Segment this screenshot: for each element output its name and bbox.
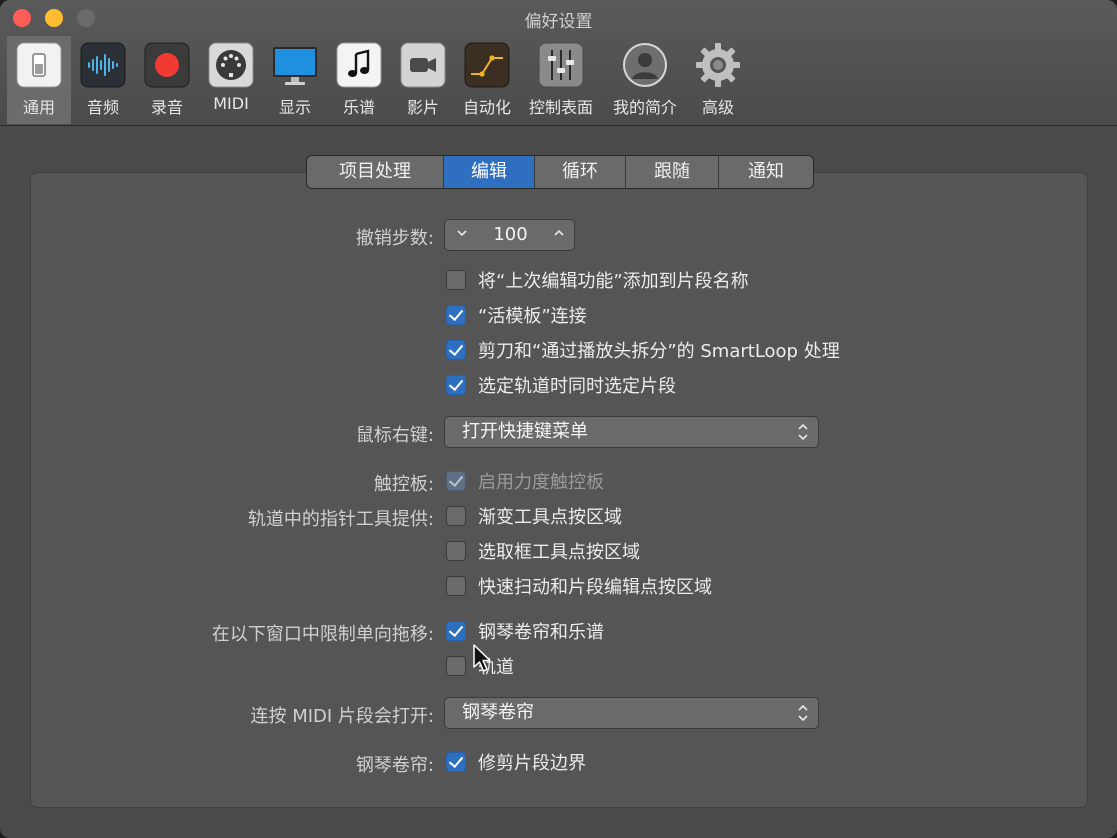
- right-click-select[interactable]: 打开快捷键菜单: [444, 416, 819, 448]
- right-click-label: 鼠标右键:: [355, 425, 434, 446]
- checkbox[interactable]: [446, 305, 466, 325]
- checkbox[interactable]: [446, 576, 466, 596]
- checkmark-icon: [448, 752, 464, 769]
- right-click-value: 打开快捷键菜单: [462, 421, 588, 442]
- updown-chevron-icon: [798, 704, 808, 722]
- tab-bar: 项目处理 编辑 循环 跟随 通知: [306, 155, 814, 189]
- checkbox[interactable]: [446, 270, 466, 290]
- advanced-gear-icon: [696, 43, 740, 87]
- option-label: 剪刀和“通过播放头拆分”的 SmartLoop 处理: [478, 341, 840, 362]
- option-add-last-edit-function[interactable]: 将“上次编辑功能”添加到片段名称: [446, 268, 749, 292]
- checkmark-icon: [448, 621, 464, 638]
- checkbox[interactable]: [446, 340, 466, 360]
- option-label: 将“上次编辑功能”添加到片段名称: [478, 271, 749, 292]
- updown-chevron-icon: [798, 423, 808, 441]
- score-note-icon: [336, 42, 382, 88]
- checkbox[interactable]: [446, 656, 466, 676]
- toolbar-label: 控制表面: [528, 98, 593, 117]
- option-label: 修剪片段边界: [478, 753, 586, 774]
- checkbox[interactable]: [446, 375, 466, 395]
- general-switch-icon: [16, 42, 62, 88]
- option-smartloop-handling[interactable]: 剪刀和“通过播放头拆分”的 SmartLoop 处理: [446, 338, 840, 362]
- tab-notifications[interactable]: 通知: [719, 156, 813, 188]
- automation-curve-icon: [464, 42, 510, 88]
- option-select-regions-with-track[interactable]: 选定轨道时同时选定片段: [446, 373, 676, 397]
- checkmark-icon: [448, 471, 464, 488]
- tab-editing[interactable]: 编辑: [444, 156, 535, 188]
- checkbox[interactable]: [446, 752, 466, 772]
- checkbox[interactable]: [446, 541, 466, 561]
- toolbar-item-automation[interactable]: 自动化: [455, 36, 519, 124]
- option-force-touch: 启用力度触控板: [446, 469, 604, 493]
- option-marquee-tool-zone[interactable]: 选取框工具点按区域: [446, 539, 640, 563]
- window-title: 偏好设置: [524, 12, 593, 32]
- option-piano-roll-and-score[interactable]: 钢琴卷帘和乐谱: [446, 619, 604, 643]
- movie-camera-icon: [400, 42, 446, 88]
- toolbar-item-control-surface[interactable]: 控制表面: [529, 36, 593, 124]
- checkmark-icon: [448, 375, 464, 392]
- tab-project-handling[interactable]: 项目处理: [307, 156, 444, 188]
- user-profile-icon: [623, 43, 667, 87]
- undo-steps-label: 撤销步数:: [355, 228, 434, 249]
- toolbar-item-advanced[interactable]: 高级: [686, 36, 750, 124]
- midi-double-click-label: 连按 MIDI 片段会打开:: [250, 706, 434, 727]
- option-trim-region-borders[interactable]: 修剪片段边界: [446, 750, 586, 774]
- audio-waveform-icon: [80, 42, 126, 88]
- option-label: 选定轨道时同时选定片段: [478, 376, 676, 397]
- checkmark-icon: [448, 340, 464, 357]
- limit-drag-label: 在以下窗口中限制单向拖移:: [211, 624, 434, 645]
- tab-follow[interactable]: 跟随: [626, 156, 719, 188]
- control-surface-faders-icon: [538, 42, 584, 88]
- option-label: 启用力度触控板: [478, 472, 604, 493]
- option-label: 钢琴卷帘和乐谱: [478, 622, 604, 643]
- trackpad-label: 触控板:: [373, 474, 434, 495]
- option-label: “活模板”连接: [478, 306, 587, 327]
- tab-cycle[interactable]: 循环: [535, 156, 626, 188]
- midi-port-icon: [208, 42, 254, 88]
- option-label: 快速扫动和片段编辑点按区域: [478, 577, 712, 598]
- midi-double-click-select[interactable]: 钢琴卷帘: [444, 697, 819, 729]
- checkbox: [446, 471, 466, 491]
- checkmark-icon: [448, 305, 464, 322]
- undo-steps-stepper[interactable]: 100: [444, 219, 575, 251]
- piano-roll-label: 钢琴卷帘:: [355, 755, 434, 776]
- display-monitor-icon: [273, 47, 317, 85]
- checkbox[interactable]: [446, 506, 466, 526]
- midi-double-click-value: 钢琴卷帘: [462, 702, 534, 723]
- checkbox[interactable]: [446, 621, 466, 641]
- option-fade-tool-zone[interactable]: 渐变工具点按区域: [446, 504, 622, 528]
- mouse-pointer-icon: [473, 644, 491, 672]
- option-label: 选取框工具点按区域: [478, 542, 640, 563]
- option-label: 渐变工具点按区域: [478, 507, 622, 528]
- toolbar-item-my-info[interactable]: 我的简介: [613, 36, 677, 124]
- preferences-window: 偏好设置 通用 音频 录音 MIDI 显示 乐谱 影片 自动化 控制表面 我的简…: [0, 0, 1117, 838]
- record-icon: [144, 42, 190, 88]
- pointer-tool-label: 轨道中的指针工具提供:: [247, 509, 434, 530]
- option-quick-swipe-zone[interactable]: 快速扫动和片段编辑点按区域: [446, 574, 712, 598]
- toolbar-label: 高级: [701, 98, 734, 117]
- chevron-up-icon[interactable]: [552, 226, 566, 240]
- title-bar: 偏好设置 通用 音频 录音 MIDI 显示 乐谱 影片 自动化 控制表面 我的简…: [0, 0, 1117, 126]
- option-live-template-link[interactable]: “活模板”连接: [446, 303, 587, 327]
